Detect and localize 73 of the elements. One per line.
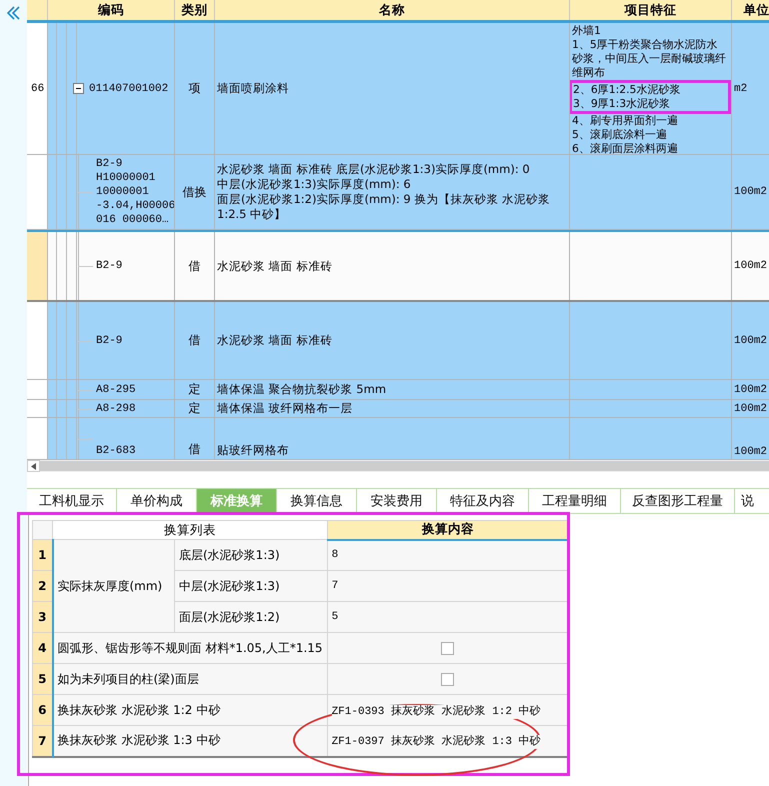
scrollbar-thumb[interactable] <box>40 461 769 471</box>
table-cell: 换抹灰砂浆 水泥砂浆 1:2 中砂 <box>52 694 328 726</box>
table-cell: 定 <box>188 381 200 398</box>
table-cell: 100m2 <box>734 446 768 458</box>
scroll-left-button[interactable] <box>27 460 40 472</box>
table-cell: 中层(水泥砂浆1:3) <box>174 570 328 602</box>
table-cell: 借换 <box>182 184 206 200</box>
table-cell: 定 <box>188 400 200 417</box>
row-number: 2 <box>38 579 46 593</box>
row-number: 5 <box>38 672 46 686</box>
row-number: 66 <box>31 82 44 94</box>
feature-line: 4、刷专用界面剂一遍 <box>572 114 679 128</box>
table-cell: 水泥砂浆 墙面 标准砖 <box>217 333 332 348</box>
table-cell: 100m2 <box>734 186 768 198</box>
table-cell: 100m2 <box>734 334 768 346</box>
checkbox[interactable] <box>441 673 454 686</box>
table-cell: 面层(水泥砂浆1:2) <box>174 602 328 632</box>
table-row[interactable]: A8-298 定 墙体保温 玻纤网格布一层 100m2 <box>27 400 769 418</box>
row-header[interactable] <box>27 232 48 300</box>
table-cell: 墙体保温 玻纤网格布一层 <box>217 401 353 416</box>
table-row[interactable]: A8-295 定 墙体保温 聚合物抗裂砂浆 5mm 100m2 <box>27 380 769 400</box>
table-row[interactable]: B2-9 借 水泥砂浆 墙面 标准砖 100m2 <box>27 302 769 380</box>
table-cell: 墙面喷刷涂料 <box>217 81 289 96</box>
feature-line: 5、滚刷底涂料一遍 <box>572 128 668 142</box>
table-cell: A8-298 <box>96 402 136 416</box>
table-cell: 如为未列项目的柱(梁)面层 <box>52 664 328 694</box>
column-header[interactable]: 换算内容 <box>327 520 570 540</box>
table-cell: 圆弧形、锯齿形等不规则面 材料*1.05,人工*1.15 <box>52 632 328 664</box>
table-cell: 换抹灰砂浆 水泥砂浆 1:3 中砂 <box>52 726 328 756</box>
feature-line: 6、滚刷面层涂料两遍 <box>572 142 679 154</box>
feature-line: 3、9厚1:3水泥砂浆 <box>573 97 672 111</box>
feature-line: 2、6厚1:2.5水泥砂浆 <box>573 83 682 97</box>
table-cell: 100m2 <box>734 384 768 396</box>
table-cell: 实际抹灰厚度(mm) <box>52 540 174 632</box>
table-cell: 墙体保温 聚合物抗裂砂浆 5mm <box>217 382 386 397</box>
table-cell: 贴玻纤网格布 <box>217 443 289 458</box>
table-cell: 借 <box>188 332 200 349</box>
row-number: 1 <box>38 548 46 562</box>
column-header[interactable]: 类别 <box>175 0 215 20</box>
collapse-toggle[interactable] <box>73 83 84 94</box>
table-cell: 011407001002 <box>89 82 168 96</box>
column-header[interactable]: 名称 <box>215 0 570 20</box>
table-row[interactable]: B2-683 借 贴玻纤网格布 100m2 <box>27 418 769 460</box>
table-cell: 100m2 <box>734 402 768 414</box>
table-cell: B2-9 <box>96 259 122 273</box>
table-cell: 水泥砂浆 墙面 标准砖 底层(水泥砂浆1:3)实际厚度(mm): 0 中层(水泥砂浆1:3)实际厚度(mm): 6 面层(水泥砂浆1:2)实际厚度(mm): 9 换为【抹灰砂浆 水泥砂浆 1:2.5 中砂】 <box>217 162 550 222</box>
table-cell: m2 <box>734 82 748 94</box>
table-cell: 借 <box>188 258 200 274</box>
row-number: 3 <box>38 610 46 624</box>
column-header[interactable]: 编码 <box>48 0 175 20</box>
feature-line: 外墙1 <box>572 24 602 38</box>
checkbox[interactable] <box>441 642 454 656</box>
table-cell: 水泥砂浆 墙面 标准砖 <box>217 258 332 274</box>
row-number: 7 <box>38 734 46 748</box>
row-number: 4 <box>38 641 46 655</box>
table-cell: 底层(水泥砂浆1:3) <box>174 540 328 570</box>
table-cell[interactable]: ZF1-0393 抹灰砂浆 水泥砂浆 1:2 中砂 <box>332 704 541 718</box>
column-header[interactable]: 单位 <box>732 0 769 20</box>
table-cell: B2-9 <box>96 334 122 348</box>
table-cell: B2-683 <box>96 444 136 458</box>
column-header[interactable]: 换算列表 <box>52 520 328 540</box>
row-number: 6 <box>38 703 46 717</box>
table-cell[interactable]: ZF1-0397 抹灰砂浆 水泥砂浆 1:3 中砂 <box>332 735 541 750</box>
current-row[interactable]: B2-9 借 水泥砂浆 墙面 标准砖 100m2 <box>27 230 769 302</box>
collapse-icon[interactable] <box>7 6 20 20</box>
table-cell: A8-295 <box>96 382 136 396</box>
table-cell: 100m2 <box>734 260 768 272</box>
feature-line: 1、5厚干粉类聚合物水泥防水砂浆，中间压入一层耐碱玻璃纤维网布 <box>572 38 727 80</box>
table-row[interactable]: 66 011407001002 项 墙面喷刷涂料 外墙1 1、5厚干粉类聚合物水泥防水砂浆，中间压入一层耐碱玻璃纤维网布 2、6厚1:2.5水泥砂浆 3、9厚1:3水泥砂浆 4、刷专用界面剂一遍 5、滚刷底涂料一遍 6、滚刷面层涂料两遍 m2 <box>27 23 769 155</box>
left-arrow-icon <box>31 462 36 470</box>
table-cell: 借 <box>188 441 200 458</box>
column-header[interactable]: 项目特征 <box>570 0 732 20</box>
table-cell: 项 <box>188 80 200 97</box>
